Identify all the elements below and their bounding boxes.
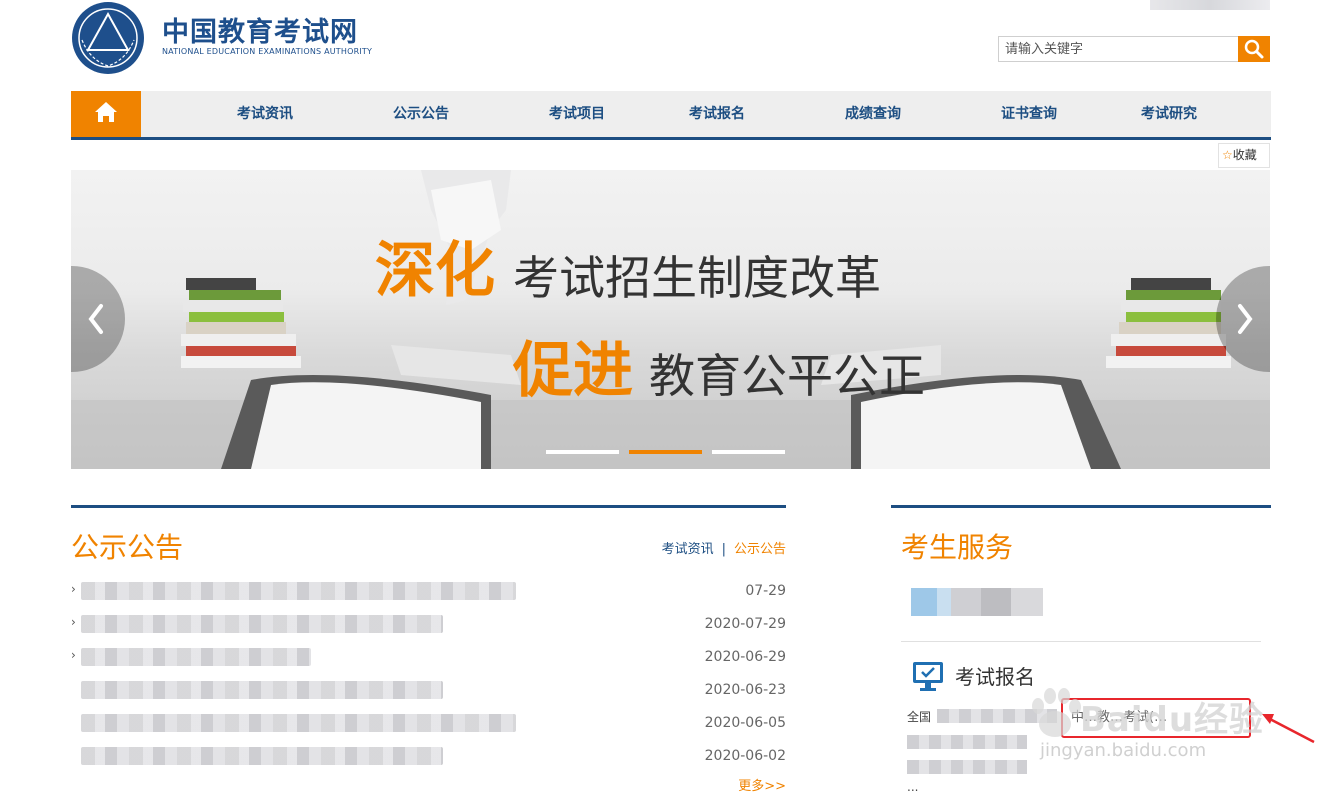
list-item[interactable]: › 2020-07-29 bbox=[71, 613, 786, 637]
item-date: 07-29 bbox=[745, 583, 786, 599]
banner-line2-emphasis: 促进 bbox=[513, 336, 633, 406]
search-input[interactable] bbox=[998, 36, 1239, 62]
star-icon: ☆ bbox=[1222, 148, 1233, 162]
item-date: 2020-06-02 bbox=[704, 748, 786, 764]
carousel-dot-3[interactable] bbox=[712, 450, 785, 454]
blurred-item-title bbox=[81, 615, 443, 633]
registration-line-prefix: 全国 bbox=[907, 710, 932, 724]
watermark-text: Baidu经验 bbox=[1080, 700, 1265, 740]
neea-emblem-icon bbox=[72, 2, 144, 74]
blurred-item-title bbox=[81, 714, 516, 732]
list-item[interactable]: 2020-06-05 bbox=[71, 712, 786, 736]
blurred-item-title bbox=[81, 747, 443, 765]
blurred-service-link[interactable] bbox=[911, 588, 1043, 616]
nav-item-news[interactable]: 考试资讯 bbox=[237, 91, 293, 137]
site-title-cn: 中国教育考试网 bbox=[162, 17, 358, 48]
item-date: 2020-06-29 bbox=[704, 649, 786, 665]
banner-carousel[interactable]: 深化 考试招生制度改革 促进 教育公平公正 bbox=[71, 170, 1270, 469]
item-date: 2020-06-05 bbox=[704, 715, 786, 731]
bullet-chevron-icon: › bbox=[71, 615, 76, 629]
bullet-chevron-icon: › bbox=[71, 648, 76, 662]
nav-item-exams[interactable]: 考试项目 bbox=[549, 91, 605, 137]
ellipsis: ... bbox=[907, 780, 919, 794]
favorite-label: 收藏 bbox=[1232, 148, 1257, 162]
home-icon bbox=[95, 102, 117, 122]
favorite-button[interactable]: ☆收藏 bbox=[1218, 143, 1270, 168]
nav-item-research[interactable]: 考试研究 bbox=[1141, 91, 1197, 137]
chevron-right-icon bbox=[1238, 304, 1253, 334]
blurred-item-title bbox=[81, 648, 311, 666]
carousel-dot-2[interactable] bbox=[629, 450, 702, 454]
nav-item-scores[interactable]: 成绩查询 bbox=[845, 91, 901, 137]
tab-exam-news[interactable]: 考试资讯 bbox=[662, 542, 714, 557]
item-date: 2020-06-23 bbox=[704, 682, 786, 698]
blurred-top-links bbox=[1150, 0, 1270, 10]
monitor-check-icon bbox=[913, 662, 943, 691]
list-item[interactable]: 2020-06-02 bbox=[71, 745, 786, 769]
banner-illustration bbox=[71, 170, 1270, 469]
carousel-dot-1[interactable] bbox=[546, 450, 619, 454]
search-button[interactable] bbox=[1238, 36, 1270, 62]
notice-tabs: 考试资讯 | 公示公告 bbox=[662, 538, 786, 557]
baidu-watermark: Baidu经验 jingyan.baidu.com bbox=[1020, 660, 1280, 770]
banner-line1-emphasis: 深化 bbox=[375, 236, 495, 306]
service-title: 考生服务 bbox=[901, 531, 1014, 564]
tab-separator: | bbox=[721, 542, 726, 557]
carousel-next-button[interactable] bbox=[1216, 266, 1270, 372]
banner-line2-text: 教育公平公正 bbox=[649, 349, 925, 403]
nav-item-registration[interactable]: 考试报名 bbox=[689, 91, 745, 137]
list-item[interactable]: › 2020-06-29 bbox=[71, 646, 786, 670]
list-item[interactable]: 2020-06-23 bbox=[71, 679, 786, 703]
chevron-left-icon bbox=[88, 304, 103, 334]
search-box bbox=[998, 36, 1270, 62]
list-item[interactable]: › 07-29 bbox=[71, 580, 786, 604]
main-nav: 考试资讯 公示公告 考试项目 考试报名 成绩查询 证书查询 考试研究 bbox=[71, 91, 1271, 140]
notice-section: 公示公告 考试资讯 | 公示公告 › 07-29 › 2020-07-29 › 20… bbox=[71, 505, 786, 805]
tab-notices[interactable]: 公示公告 bbox=[734, 542, 786, 557]
blurred-item-title bbox=[81, 681, 443, 699]
carousel-prev-button[interactable] bbox=[71, 266, 125, 372]
nav-item-certificates[interactable]: 证书查询 bbox=[1001, 91, 1057, 137]
more-link[interactable]: 更多>> bbox=[738, 775, 786, 794]
divider bbox=[901, 641, 1261, 642]
nav-item-notices[interactable]: 公示公告 bbox=[393, 91, 449, 137]
search-icon bbox=[1244, 39, 1264, 59]
site-logo[interactable]: 中国教育考试网 NATIONAL EDUCATION EXAMINATIONS … bbox=[70, 0, 373, 76]
banner-line1-text: 考试招生制度改革 bbox=[513, 251, 881, 305]
blurred-item-title bbox=[81, 582, 516, 600]
item-date: 2020-07-29 bbox=[704, 616, 786, 632]
nav-home[interactable] bbox=[71, 91, 141, 137]
blurred-registration-text bbox=[907, 760, 1027, 774]
watermark-url: jingyan.baidu.com bbox=[1040, 740, 1207, 761]
blurred-registration-text bbox=[907, 735, 1027, 749]
notice-title: 公示公告 bbox=[71, 531, 184, 564]
bullet-chevron-icon: › bbox=[71, 582, 76, 596]
site-title-en: NATIONAL EDUCATION EXAMINATIONS AUTHORIT… bbox=[162, 47, 373, 56]
